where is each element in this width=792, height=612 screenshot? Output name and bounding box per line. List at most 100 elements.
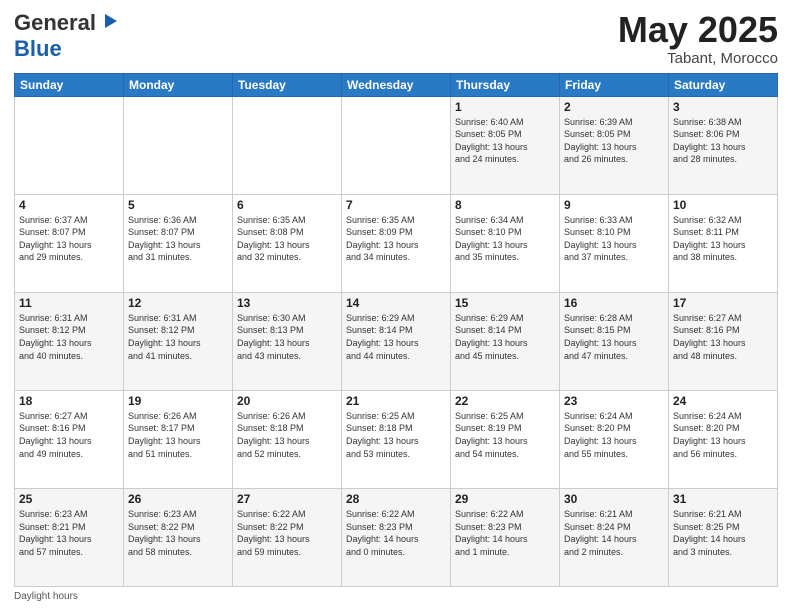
- day-info: Sunrise: 6:29 AM Sunset: 8:14 PM Dayligh…: [455, 312, 555, 362]
- daylight-hours-label: Daylight hours: [14, 591, 78, 602]
- day-number: 29: [455, 492, 555, 506]
- day-number: 10: [673, 198, 773, 212]
- calendar-week-4: 18Sunrise: 6:27 AM Sunset: 8:16 PM Dayli…: [15, 390, 778, 488]
- logo-general-text: General: [14, 10, 96, 36]
- title-block: May 2025 Tabant, Morocco: [618, 10, 778, 67]
- day-info: Sunrise: 6:23 AM Sunset: 8:21 PM Dayligh…: [19, 508, 119, 558]
- day-info: Sunrise: 6:28 AM Sunset: 8:15 PM Dayligh…: [564, 312, 664, 362]
- calendar-cell: 17 Sunrise: 6:27 AM Sunset: 8:16 PM Dayli…: [669, 292, 778, 390]
- calendar-cell: 19Sunrise: 6:26 AM Sunset: 8:17 PM Dayli…: [124, 390, 233, 488]
- day-info: Sunrise: 6:31 AM Sunset: 8:12 PM Dayligh…: [19, 312, 119, 362]
- calendar-cell: 6Sunrise: 6:35 AM Sunset: 8:08 PM Daylig…: [233, 194, 342, 292]
- day-info: Sunrise: 6:39 AM Sunset: 8:05 PM Dayligh…: [564, 116, 664, 166]
- day-info: Sunrise: 6:30 AM Sunset: 8:13 PM Dayligh…: [237, 312, 337, 362]
- day-info: Sunrise: 6:37 AM Sunset: 8:07 PM Dayligh…: [19, 214, 119, 264]
- day-number: 12: [128, 296, 228, 310]
- day-info: Sunrise: 6:25 AM Sunset: 8:18 PM Dayligh…: [346, 410, 446, 460]
- logo-triangle-icon: [97, 10, 119, 32]
- calendar-cell: 25 Sunrise: 6:23 AM Sunset: 8:21 PM Dayli…: [15, 488, 124, 586]
- day-number: 11: [19, 296, 119, 310]
- calendar-cell: [15, 96, 124, 194]
- day-info: Sunrise: 6:24 AM Sunset: 8:20 PM Dayligh…: [673, 410, 773, 460]
- day-info: Sunrise: 6:35 AM Sunset: 8:08 PM Dayligh…: [237, 214, 337, 264]
- calendar-cell: 29 Sunrise: 6:22 AM Sunset: 8:23 PM Dayli…: [451, 488, 560, 586]
- calendar-cell: 16Sunrise: 6:28 AM Sunset: 8:15 PM Dayli…: [560, 292, 669, 390]
- day-number: 22: [455, 394, 555, 408]
- calendar-cell: 18Sunrise: 6:27 AM Sunset: 8:16 PM Dayli…: [15, 390, 124, 488]
- day-info: Sunrise: 6:23 AM Sunset: 8:22 PM Dayligh…: [128, 508, 228, 558]
- col-tuesday: Tuesday: [233, 73, 342, 96]
- col-saturday: Saturday: [669, 73, 778, 96]
- footer: Daylight hours: [14, 591, 778, 602]
- day-info: Sunrise: 6:35 AM Sunset: 8:09 PM Dayligh…: [346, 214, 446, 264]
- calendar-cell: 14Sunrise: 6:29 AM Sunset: 8:14 PM Dayli…: [342, 292, 451, 390]
- day-number: 25: [19, 492, 119, 506]
- col-thursday: Thursday: [451, 73, 560, 96]
- day-number: 8: [455, 198, 555, 212]
- day-number: 31: [673, 492, 773, 506]
- day-number: 23: [564, 394, 664, 408]
- calendar-cell: 31Sunrise: 6:21 AM Sunset: 8:25 PM Dayli…: [669, 488, 778, 586]
- day-info: Sunrise: 6:24 AM Sunset: 8:20 PM Dayligh…: [564, 410, 664, 460]
- day-number: 28: [346, 492, 446, 506]
- calendar-cell: [233, 96, 342, 194]
- calendar-cell: 23 Sunrise: 6:24 AM Sunset: 8:20 PM Dayli…: [560, 390, 669, 488]
- day-info: Sunrise: 6:33 AM Sunset: 8:10 PM Dayligh…: [564, 214, 664, 264]
- day-number: 24: [673, 394, 773, 408]
- day-number: 2: [564, 100, 664, 114]
- calendar-cell: 21Sunrise: 6:25 AM Sunset: 8:18 PM Dayli…: [342, 390, 451, 488]
- calendar-cell: 3Sunrise: 6:38 AM Sunset: 8:06 PM Daylig…: [669, 96, 778, 194]
- calendar-cell: 10 Sunrise: 6:32 AM Sunset: 8:11 PM Dayli…: [669, 194, 778, 292]
- day-info: Sunrise: 6:22 AM Sunset: 8:23 PM Dayligh…: [455, 508, 555, 558]
- calendar-cell: 27 Sunrise: 6:22 AM Sunset: 8:22 PM Dayli…: [233, 488, 342, 586]
- day-info: Sunrise: 6:27 AM Sunset: 8:16 PM Dayligh…: [19, 410, 119, 460]
- calendar-cell: 2 Sunrise: 6:39 AM Sunset: 8:05 PM Daylig…: [560, 96, 669, 194]
- day-info: Sunrise: 6:22 AM Sunset: 8:22 PM Dayligh…: [237, 508, 337, 558]
- day-number: 27: [237, 492, 337, 506]
- calendar-cell: 26Sunrise: 6:23 AM Sunset: 8:22 PM Dayli…: [124, 488, 233, 586]
- day-number: 17: [673, 296, 773, 310]
- day-number: 7: [346, 198, 446, 212]
- calendar-cell: 15 Sunrise: 6:29 AM Sunset: 8:14 PM Dayli…: [451, 292, 560, 390]
- page: General Blue May 2025 Tabant, Morocco Su…: [0, 0, 792, 612]
- calendar-cell: 12Sunrise: 6:31 AM Sunset: 8:12 PM Dayli…: [124, 292, 233, 390]
- calendar-cell: [124, 96, 233, 194]
- calendar-cell: 4Sunrise: 6:37 AM Sunset: 8:07 PM Daylig…: [15, 194, 124, 292]
- calendar-cell: 9 Sunrise: 6:33 AM Sunset: 8:10 PM Daylig…: [560, 194, 669, 292]
- logo-blue-text: Blue: [14, 36, 62, 61]
- day-number: 9: [564, 198, 664, 212]
- day-info: Sunrise: 6:22 AM Sunset: 8:23 PM Dayligh…: [346, 508, 446, 558]
- header: General Blue May 2025 Tabant, Morocco: [14, 10, 778, 67]
- day-info: Sunrise: 6:27 AM Sunset: 8:16 PM Dayligh…: [673, 312, 773, 362]
- calendar-week-3: 11 Sunrise: 6:31 AM Sunset: 8:12 PM Dayli…: [15, 292, 778, 390]
- calendar-week-5: 25 Sunrise: 6:23 AM Sunset: 8:21 PM Dayli…: [15, 488, 778, 586]
- day-info: Sunrise: 6:21 AM Sunset: 8:24 PM Dayligh…: [564, 508, 664, 558]
- calendar-location: Tabant, Morocco: [618, 50, 778, 67]
- calendar-cell: 24 Sunrise: 6:24 AM Sunset: 8:20 PM Dayli…: [669, 390, 778, 488]
- col-friday: Friday: [560, 73, 669, 96]
- calendar-cell: 5Sunrise: 6:36 AM Sunset: 8:07 PM Daylig…: [124, 194, 233, 292]
- day-info: Sunrise: 6:32 AM Sunset: 8:11 PM Dayligh…: [673, 214, 773, 264]
- day-info: Sunrise: 6:25 AM Sunset: 8:19 PM Dayligh…: [455, 410, 555, 460]
- day-info: Sunrise: 6:34 AM Sunset: 8:10 PM Dayligh…: [455, 214, 555, 264]
- col-wednesday: Wednesday: [342, 73, 451, 96]
- calendar-title: May 2025: [618, 10, 778, 50]
- calendar-cell: 22 Sunrise: 6:25 AM Sunset: 8:19 PM Dayli…: [451, 390, 560, 488]
- calendar-cell: 11 Sunrise: 6:31 AM Sunset: 8:12 PM Dayli…: [15, 292, 124, 390]
- day-number: 30: [564, 492, 664, 506]
- day-number: 19: [128, 394, 228, 408]
- calendar-table: Sunday Monday Tuesday Wednesday Thursday…: [14, 73, 778, 587]
- day-number: 15: [455, 296, 555, 310]
- logo: General Blue: [14, 10, 119, 62]
- calendar-cell: [342, 96, 451, 194]
- day-number: 3: [673, 100, 773, 114]
- calendar-cell: 1Sunrise: 6:40 AM Sunset: 8:05 PM Daylig…: [451, 96, 560, 194]
- day-info: Sunrise: 6:40 AM Sunset: 8:05 PM Dayligh…: [455, 116, 555, 166]
- header-row: Sunday Monday Tuesday Wednesday Thursday…: [15, 73, 778, 96]
- col-monday: Monday: [124, 73, 233, 96]
- calendar-cell: 30 Sunrise: 6:21 AM Sunset: 8:24 PM Dayli…: [560, 488, 669, 586]
- day-info: Sunrise: 6:29 AM Sunset: 8:14 PM Dayligh…: [346, 312, 446, 362]
- calendar-cell: 7 Sunrise: 6:35 AM Sunset: 8:09 PM Daylig…: [342, 194, 451, 292]
- calendar-cell: 28 Sunrise: 6:22 AM Sunset: 8:23 PM Dayli…: [342, 488, 451, 586]
- day-number: 13: [237, 296, 337, 310]
